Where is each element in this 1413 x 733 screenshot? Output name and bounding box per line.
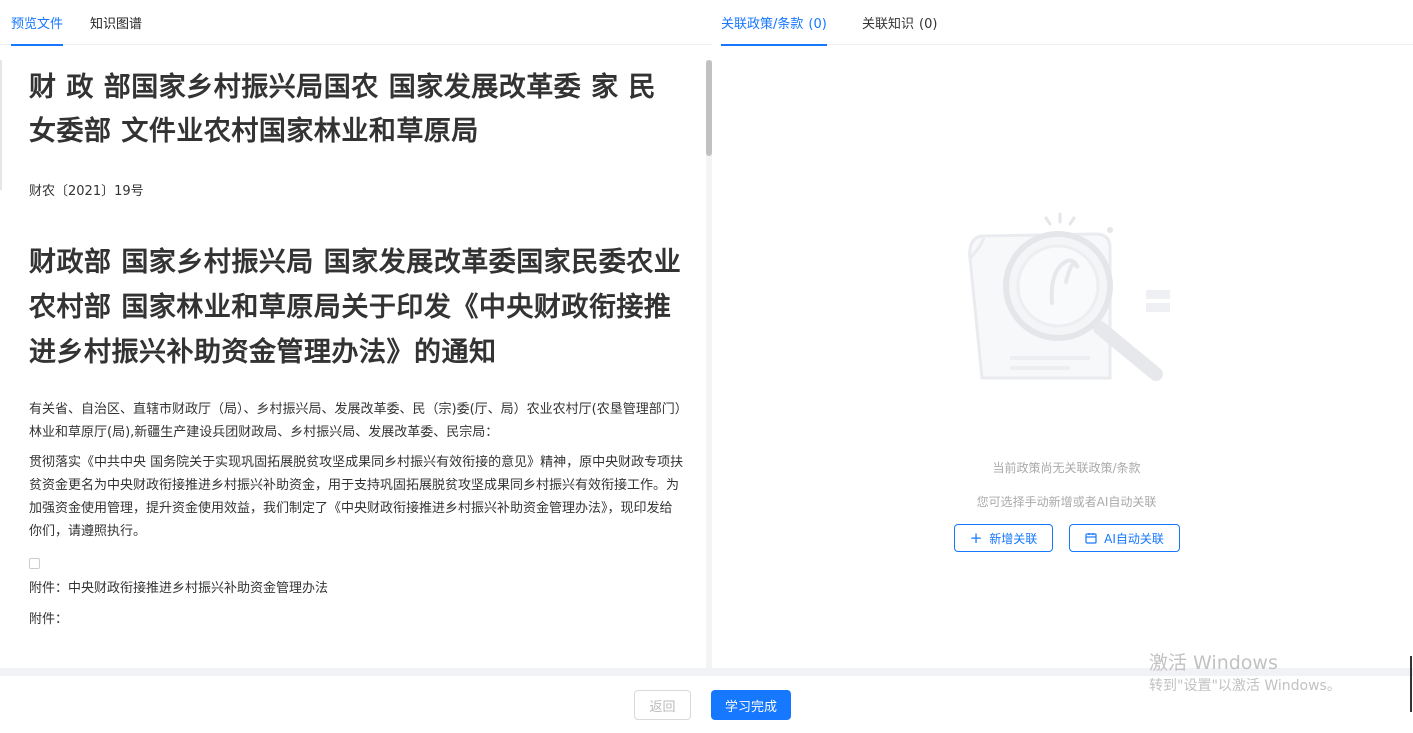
back-button[interactable]: 返回 (634, 690, 691, 720)
document-attachment-label: 附件： (29, 612, 69, 627)
ai-auto-associate-button[interactable]: AI自动关联 (1069, 524, 1180, 552)
right-tab-bar: 关联政策/条款 (0) 关联知识 (0) (720, 0, 1413, 46)
document-heading: 财政部 国家乡村振兴局 国家发展改革委国家民委农业农村部 国家林业和草原局关于印… (29, 247, 682, 368)
add-association-label: 新增关联 (989, 531, 1038, 546)
document-body: 贯彻落实《中共中央 国务院关于实现巩固拓展脱贫攻坚成果同乡村振兴有效衔接的意见》… (29, 455, 684, 539)
calendar-icon (1085, 533, 1097, 544)
tab-related-knowledge[interactable]: 关联知识 (0) (862, 0, 937, 45)
empty-search-illustration-icon (968, 212, 1170, 381)
document-number: 财农〔2021〕19号 (29, 184, 144, 199)
learning-complete-button[interactable]: 学习完成 (711, 690, 791, 720)
left-tab-bar: 预览文件 知识图谱 (0, 0, 712, 46)
tab-related-knowledge-count: (0) (919, 17, 938, 32)
tab-related-knowledge-label: 关联知识 (862, 17, 915, 32)
document-attachment-line: 附件：中央财政衔接推进乡村振兴补助资金管理办法 (29, 581, 329, 596)
add-association-button[interactable]: + 新增关联 (954, 524, 1053, 552)
document-checkbox[interactable] (29, 558, 40, 569)
windows-activation-hint: 转到"设置"以激活 Windows。 (1149, 678, 1341, 694)
tab-related-policies[interactable]: 关联政策/条款 (0) (721, 0, 827, 46)
document-title: 财 政 部国家乡村振兴局国农 国家发展改革委 家 民 女委部 文件业农村国家林业… (29, 72, 656, 147)
empty-state-subtitle: 您可选择手动新增或者AI自动关联 (976, 495, 1157, 509)
ai-auto-associate-label: AI自动关联 (1104, 531, 1164, 546)
plus-icon: + (969, 528, 983, 547)
preview-edge-divider (0, 60, 2, 190)
document-addressees: 有关省、自治区、直辖市财政厅（局）、乡村振兴局、发展改革委、民（宗)委(厅、局）… (29, 402, 682, 440)
windows-activation-title: 激活 Windows (1149, 652, 1278, 674)
tab-knowledge-graph[interactable]: 知识图谱 (90, 0, 142, 45)
tab-related-policies-label: 关联政策/条款 (721, 17, 804, 32)
app-root: 预览文件 知识图谱 关联政策/条款 (0) 关联知识 (0) 财 政 部国家乡村振兴… (0, 0, 1413, 733)
tab-related-policies-count: (0) (808, 17, 827, 32)
empty-state-title: 当前政策尚无关联政策/条款 (992, 461, 1141, 475)
preview-scrollbar-thumb[interactable] (706, 60, 712, 156)
tab-preview-file[interactable]: 预览文件 (11, 0, 64, 46)
screen-edge-marker (1410, 656, 1412, 712)
